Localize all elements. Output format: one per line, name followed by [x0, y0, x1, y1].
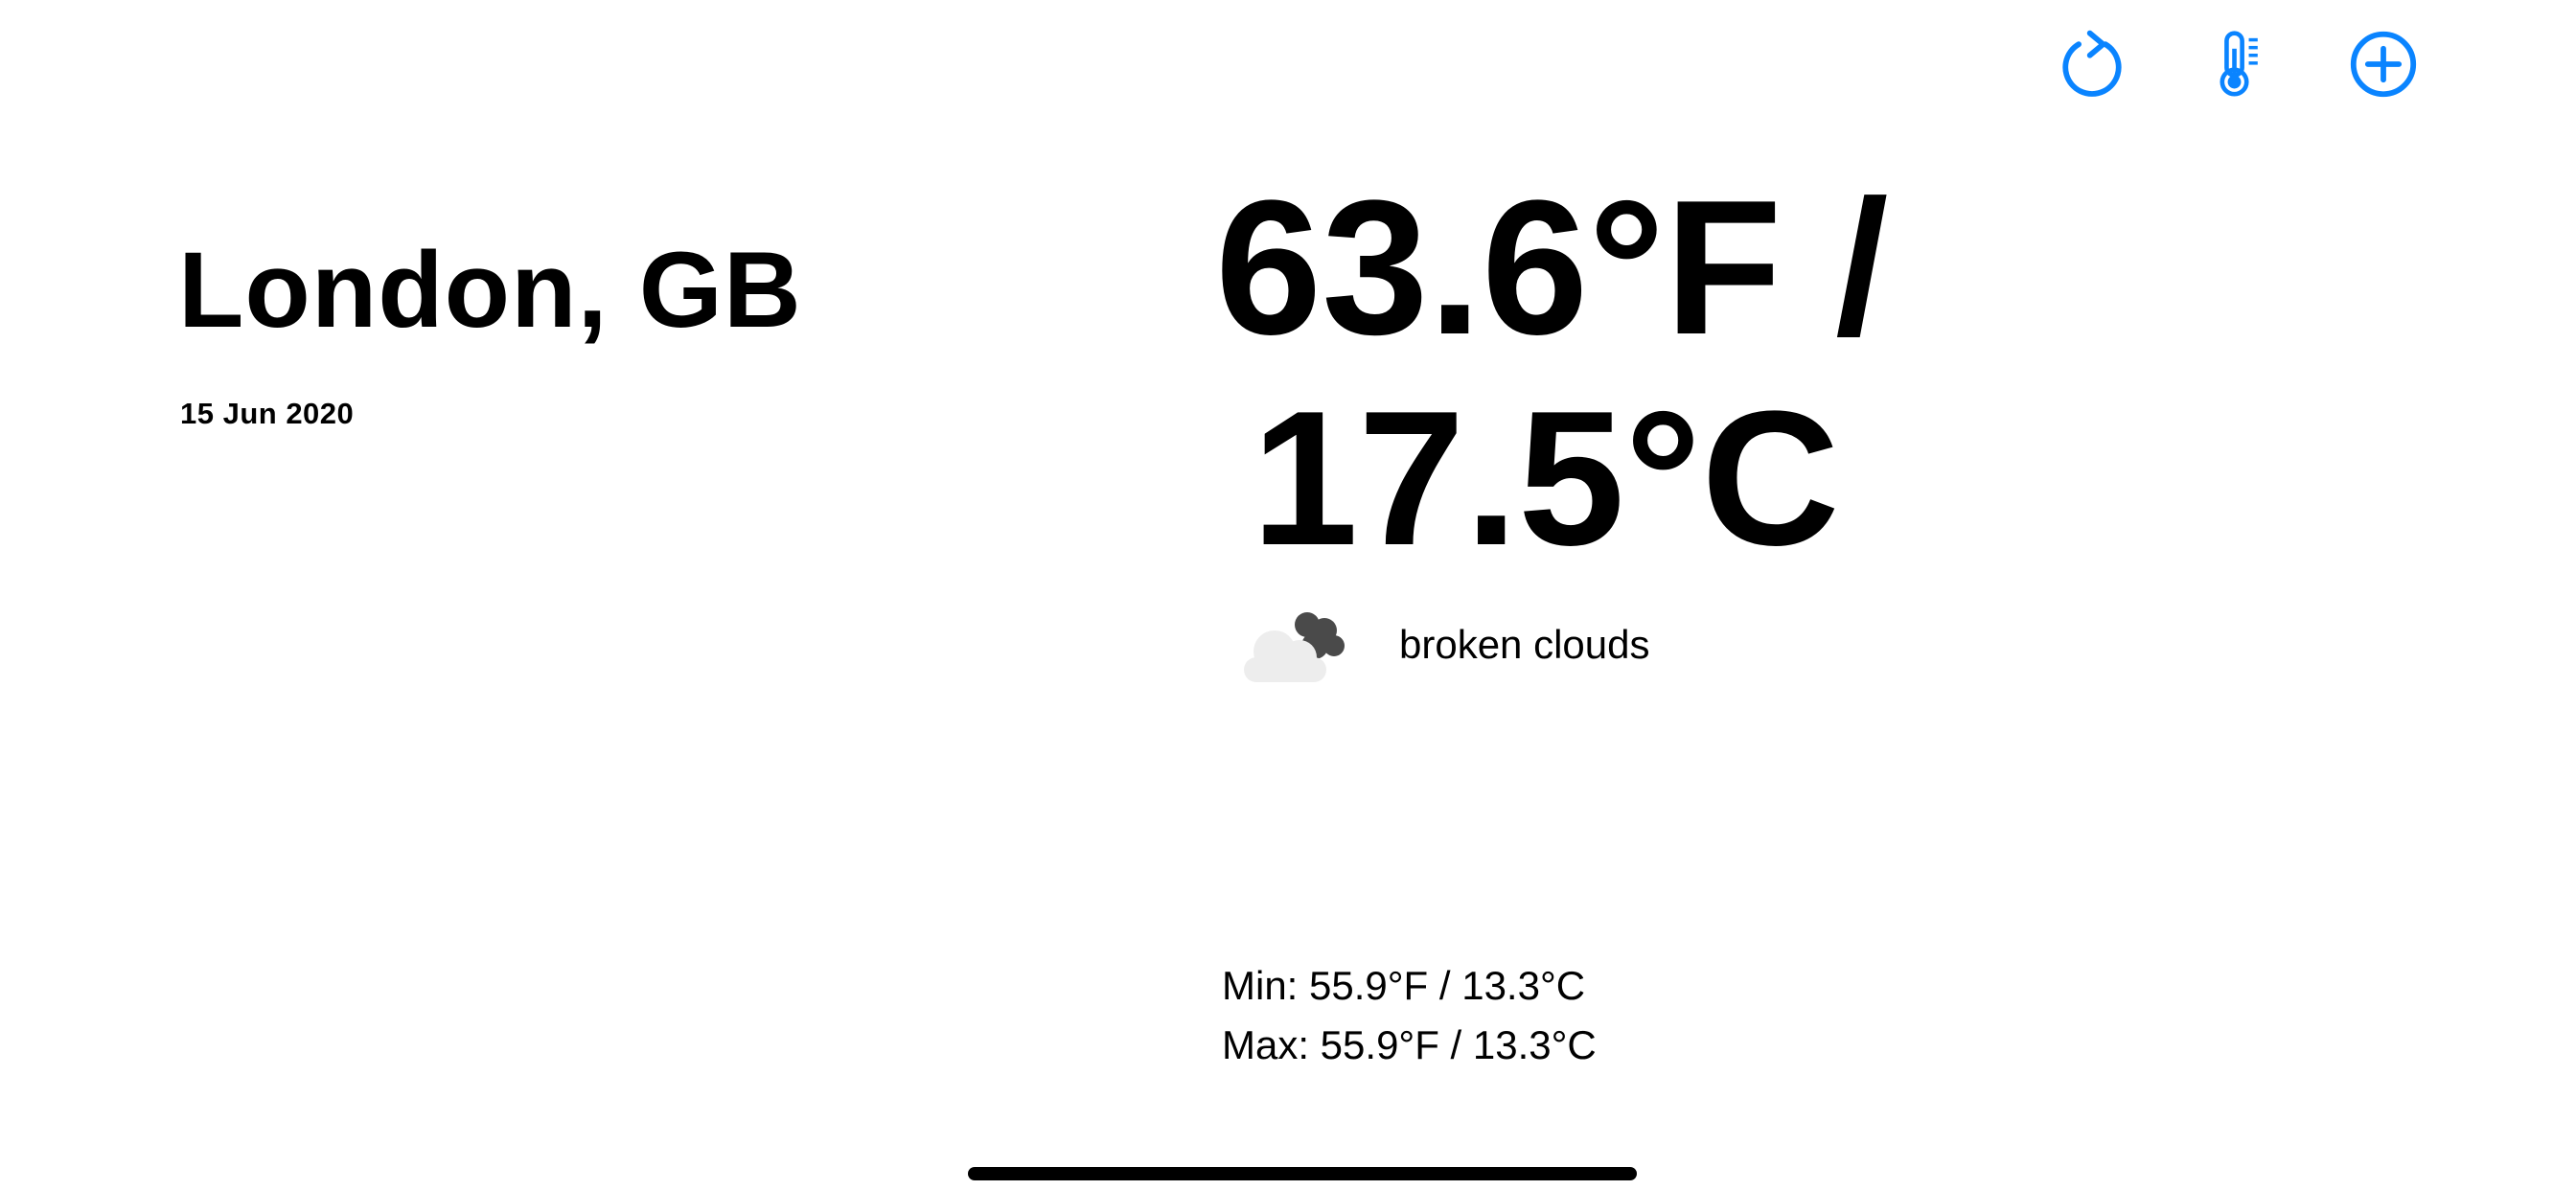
refresh-button[interactable] — [2043, 21, 2141, 107]
home-indicator[interactable] — [968, 1167, 1637, 1180]
condition-label: broken clouds — [1399, 622, 1650, 667]
max-temperature: Max: 55.9°F / 13.3°C — [1222, 1022, 1597, 1067]
broken-clouds-icon — [1244, 612, 1345, 682]
city-name: London, GB — [178, 230, 802, 350]
toolbar — [2043, 21, 2432, 107]
weather-condition: broken clouds — [1238, 604, 1650, 686]
weather-screen: London, GB 15 Jun 2020 63.6°F / 17.5°C b… — [0, 0, 2576, 1190]
current-temperature: 63.6°F / 17.5°C — [1215, 163, 2039, 584]
min-temperature: Min: 55.9°F / 13.3°C — [1222, 963, 1586, 1008]
temperature-fahrenheit: 63.6°F / — [1215, 161, 1889, 375]
forecast-date: 15 Jun 2020 — [180, 397, 355, 430]
temperature-range: Min: 55.9°F / 13.3°C Max: 55.9°F / 13.3°… — [1222, 956, 1597, 1075]
temperature-unit-button[interactable] — [2189, 21, 2287, 107]
thermometer-icon — [2220, 31, 2258, 97]
plus-circle-icon — [2350, 31, 2417, 98]
temperature-celsius: 17.5°C — [1252, 372, 1840, 585]
add-city-button[interactable] — [2334, 21, 2432, 107]
arrow-clockwise-icon — [2062, 30, 2122, 97]
